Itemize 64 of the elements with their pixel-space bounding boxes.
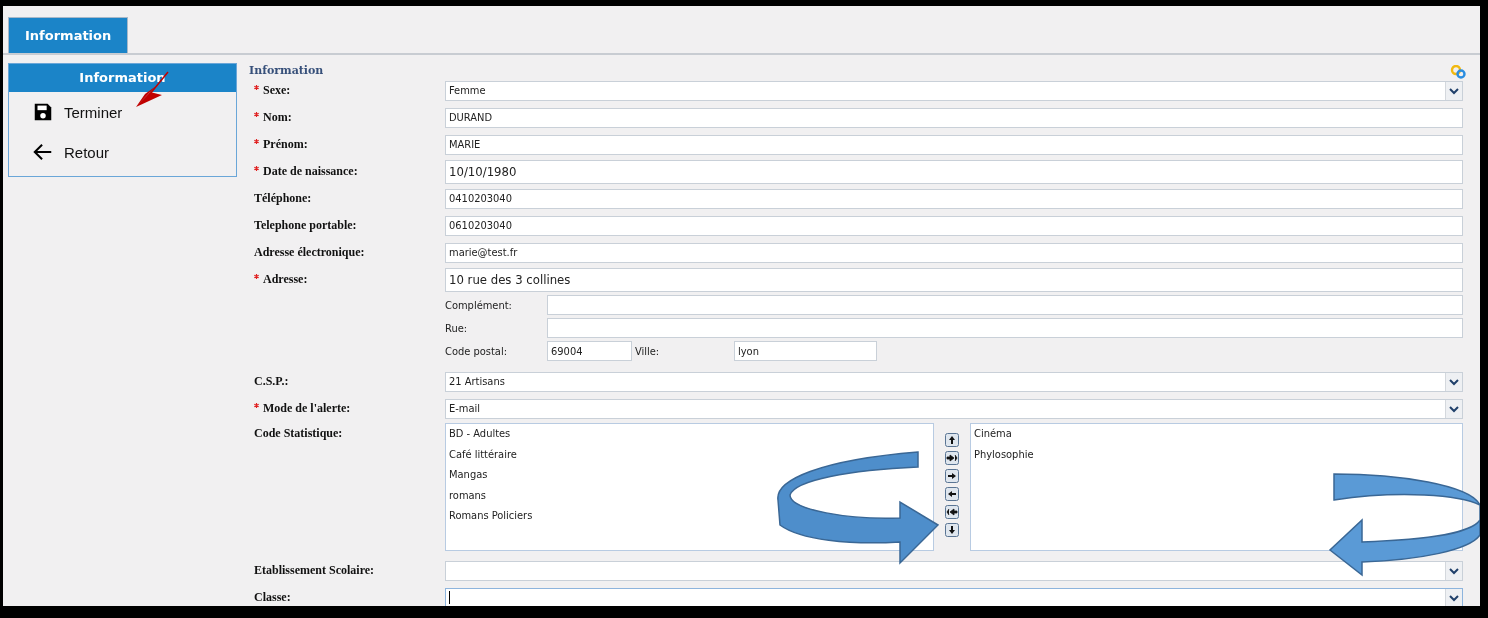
input-field[interactable]: 69004 (547, 341, 632, 361)
arrow-up-icon[interactable] (945, 433, 959, 447)
list-item[interactable]: Romans Policiers (449, 509, 533, 530)
arrow-left-icon[interactable] (945, 487, 959, 501)
required-asterisk-icon (254, 403, 259, 408)
field-label: Code postal: (445, 344, 508, 358)
required-asterisk-icon (254, 85, 259, 90)
field-label: Etablissement Scolaire: (254, 563, 375, 578)
link-icon[interactable] (1450, 65, 1466, 79)
double-arrow-right-icon[interactable] (945, 451, 959, 465)
dropdown-field[interactable]: 21 Artisans (445, 371, 1463, 392)
list-item[interactable]: Cinéma (974, 427, 1012, 448)
dropdown-field[interactable] (445, 560, 1463, 581)
input-field[interactable] (547, 295, 1463, 315)
required-asterisk-icon (254, 112, 259, 117)
field-label: C.S.P.: (254, 374, 289, 389)
required-asterisk-icon (254, 274, 259, 279)
chevron-down-icon[interactable] (1445, 81, 1462, 100)
list-item[interactable]: romans (449, 488, 486, 509)
required-asterisk-icon (254, 166, 259, 171)
field-label: Complément: (445, 298, 513, 312)
input-field[interactable]: 10/10/1980 (445, 159, 1463, 184)
field-label: Telephone portable: (254, 218, 357, 233)
tab[interactable]: Information (8, 17, 129, 53)
list-item[interactable]: Mangas (449, 468, 488, 489)
field-label: Nom: (263, 110, 292, 125)
side-menu-item[interactable]: Retour (9, 132, 110, 172)
list-item[interactable]: Phylosophie (974, 447, 1034, 468)
panel-title: Information (9, 64, 236, 92)
field-label: Code Statistique: (254, 426, 343, 441)
input-field[interactable]: 0610203040 (445, 215, 1463, 236)
required-asterisk-icon (254, 139, 259, 144)
chevron-down-icon[interactable] (1445, 399, 1462, 418)
field-label: Prénom: (263, 137, 308, 152)
field-label: Date de naissance: (263, 164, 358, 179)
double-arrow-left-icon[interactable] (945, 505, 959, 519)
field-label: Sexe: (263, 83, 291, 98)
section-title: Information (249, 63, 324, 77)
field-label: Téléphone: (254, 191, 312, 206)
arrow-down-icon[interactable] (945, 523, 959, 537)
input-field[interactable]: MARIE (445, 134, 1463, 155)
back-arrow-icon (32, 141, 54, 163)
list-item[interactable]: Café littéraire (449, 447, 517, 468)
field-label: Classe: (254, 590, 291, 605)
arrow-right-icon[interactable] (945, 469, 959, 483)
input-field[interactable]: 0410203040 (445, 188, 1463, 209)
list-item[interactable]: BD - Adultes (449, 427, 511, 448)
input-field[interactable]: marie@test.fr (445, 242, 1463, 263)
field-label: Adresse électronique: (254, 245, 365, 260)
dropdown-field[interactable]: E-mail (445, 398, 1463, 419)
field-label: Ville: (634, 344, 661, 358)
dropdown-field[interactable] (445, 587, 1463, 606)
field-label: Rue: (445, 321, 469, 335)
input-field[interactable]: DURAND (445, 107, 1463, 128)
input-field[interactable] (547, 318, 1463, 338)
chevron-down-icon[interactable] (1445, 561, 1462, 580)
field-label: Mode de l'alerte: (263, 401, 351, 416)
input-field[interactable]: 10 rue des 3 collines (445, 267, 1463, 292)
dropdown-field[interactable]: Femme (445, 80, 1463, 101)
chevron-down-icon[interactable] (1445, 588, 1462, 606)
field-label: Adresse: (263, 272, 308, 287)
input-field[interactable]: lyon (734, 341, 877, 361)
chevron-down-icon[interactable] (1445, 372, 1462, 391)
side-menu-item[interactable]: Terminer (9, 92, 123, 132)
